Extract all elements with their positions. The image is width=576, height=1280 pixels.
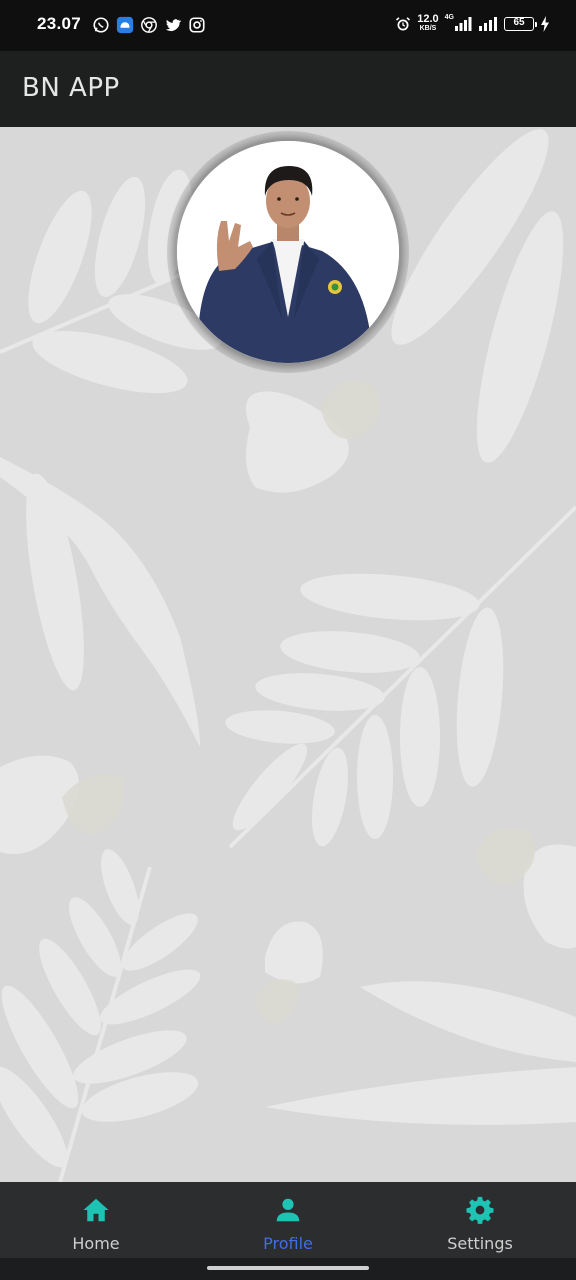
home-icon (81, 1195, 111, 1225)
chat-app-icon (116, 16, 134, 34)
alarm-icon (395, 16, 411, 32)
gear-icon (465, 1195, 495, 1225)
chrome-icon (140, 16, 158, 34)
status-indicators: 12.0 KB/S 4G 65 (395, 14, 550, 33)
instagram-icon (188, 16, 206, 34)
home-gesture-handle[interactable] (207, 1266, 369, 1270)
signal-icon-1 (454, 16, 472, 32)
nav-label-home: Home (72, 1234, 120, 1253)
battery-level: 65 (513, 16, 525, 28)
status-app-icons (92, 16, 206, 34)
app-title: BN APP (22, 73, 120, 103)
twitter-icon (164, 16, 182, 34)
status-time: 23.07 (37, 14, 82, 33)
network-speed-value: 12.0 (417, 13, 439, 25)
nav-item-profile[interactable]: Profile (192, 1182, 384, 1258)
profile-content (0, 127, 576, 1182)
profile-avatar[interactable] (167, 131, 409, 373)
nav-item-home[interactable]: Home (0, 1182, 192, 1258)
profile-photo (177, 141, 399, 363)
charging-icon (540, 15, 550, 32)
network-speed: 12.0 KB/S (417, 14, 438, 33)
phone-screen: 23.07 12.0 KB/S 4G 65 BN APP Home Profil… (0, 0, 576, 1280)
status-bar: 23.07 12.0 KB/S 4G 65 (0, 0, 576, 51)
network-speed-unit: KB/S (419, 25, 437, 32)
bottom-navigation: Home Profile Settings (0, 1182, 576, 1258)
app-bar: BN APP (0, 51, 576, 127)
whatsapp-icon (92, 16, 110, 34)
signal-icon-2 (478, 16, 498, 32)
network-type: 4G (444, 14, 454, 21)
person-icon (273, 1195, 303, 1225)
gesture-bar (0, 1258, 576, 1280)
nav-label-profile: Profile (263, 1234, 313, 1253)
nav-label-settings: Settings (447, 1234, 513, 1253)
battery-icon: 65 (504, 16, 537, 31)
nav-item-settings[interactable]: Settings (384, 1182, 576, 1258)
